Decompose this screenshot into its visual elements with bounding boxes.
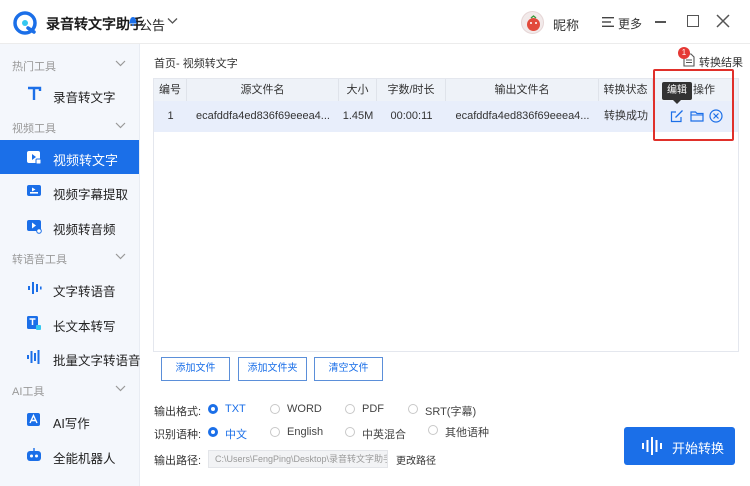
soundwave-icon bbox=[28, 282, 42, 294]
sidebar-item-robot[interactable]: 全能机器人 bbox=[0, 438, 139, 472]
cell-source: ecafddfa4ed836f69eeea4... bbox=[196, 110, 330, 122]
long-text-icon bbox=[27, 316, 41, 330]
sidebar-item-video-to-audio[interactable]: 视频转音频 bbox=[0, 209, 139, 243]
start-conversion-label: 开始转换 bbox=[672, 441, 725, 456]
start-conversion-button[interactable]: 开始转换 bbox=[624, 427, 735, 465]
add-file-button[interactable]: 添加文件 bbox=[161, 357, 230, 381]
notice-bell-icon bbox=[129, 17, 137, 26]
sidebar-section-speech: 转语音工具 bbox=[12, 254, 67, 266]
sidebar-item-label: 长文本转写 bbox=[53, 320, 116, 334]
notice-link[interactable]: 公告 bbox=[139, 15, 165, 34]
maximize-button[interactable] bbox=[687, 15, 699, 27]
chevron-down-icon[interactable] bbox=[115, 60, 126, 67]
clear-files-button[interactable]: 清空文件 bbox=[314, 357, 383, 381]
add-folder-button[interactable]: 添加文件夹 bbox=[238, 357, 307, 381]
subtitle-icon bbox=[27, 185, 41, 196]
sidebar-item-subtitle-extract[interactable]: 视频字幕提取 bbox=[0, 174, 139, 208]
output-path-label: 输出路径: bbox=[154, 455, 202, 467]
edit-tooltip: 编辑 bbox=[662, 82, 692, 100]
title-bar: 录音转文字助手 公告 昵称 更多 bbox=[0, 0, 750, 44]
output-format-label: 输出格式: bbox=[154, 406, 202, 418]
language-option-mixed[interactable]: 中英混合 bbox=[362, 426, 406, 442]
video-text-icon bbox=[27, 151, 42, 165]
radio-srt[interactable] bbox=[408, 404, 418, 414]
sidebar-item-label: 录音转文字 bbox=[53, 91, 116, 105]
chevron-down-icon[interactable] bbox=[115, 122, 126, 129]
cell-status: 转换成功 bbox=[604, 110, 648, 122]
sidebar-item-label: 视频字幕提取 bbox=[53, 188, 129, 202]
table-row[interactable]: 1 ecafddfa4ed836f69eeea4... 1.45M 00:00:… bbox=[154, 101, 738, 132]
language-option-english[interactable]: English bbox=[287, 426, 323, 438]
cell-duration: 00:00:11 bbox=[390, 110, 433, 122]
chevron-down-icon[interactable] bbox=[115, 385, 126, 392]
sidebar-section-video: 视频工具 bbox=[12, 123, 56, 135]
sidebar-item-label: 全能机器人 bbox=[53, 452, 116, 466]
sidebar-item-label: 视频转音频 bbox=[53, 223, 116, 237]
format-option-word[interactable]: WORD bbox=[287, 403, 322, 415]
radio-other[interactable] bbox=[428, 425, 438, 435]
actions-highlight-box bbox=[653, 69, 734, 141]
minimize-button[interactable] bbox=[655, 21, 666, 23]
file-table: 编号 源文件名 大小 字数/时长 输出文件名 转换状态 操作 1 ecafddf… bbox=[153, 78, 739, 352]
radio-txt[interactable] bbox=[208, 404, 218, 414]
table-header: 编号 源文件名 大小 字数/时长 输出文件名 转换状态 操作 bbox=[154, 79, 738, 101]
cell-index: 1 bbox=[167, 110, 174, 122]
more-menu[interactable]: 更多 bbox=[618, 15, 642, 32]
ai-writing-icon bbox=[27, 413, 40, 426]
radio-chinese[interactable] bbox=[208, 427, 218, 437]
sidebar-item-label: AI写作 bbox=[53, 417, 90, 431]
col-header-size: 大小 bbox=[339, 79, 377, 101]
nickname[interactable]: 昵称 bbox=[553, 15, 579, 34]
sidebar-item-text-to-speech[interactable]: 文字转语音 bbox=[0, 271, 139, 305]
sidebar-item-long-text[interactable]: 长文本转写 bbox=[0, 306, 139, 340]
text-t-icon bbox=[28, 86, 42, 100]
sidebar-item-batch-tts[interactable]: 批量文字转语音 bbox=[0, 340, 141, 374]
change-path-link[interactable]: 更改路径 bbox=[396, 452, 436, 467]
radio-mixed[interactable] bbox=[345, 427, 355, 437]
sidebar-item-label: 批量文字转语音 bbox=[53, 354, 141, 368]
tooltip-arrow bbox=[673, 100, 681, 104]
sidebar-item-video-to-text[interactable]: 视频转文字 bbox=[0, 140, 139, 174]
avatar-image-icon bbox=[527, 15, 540, 31]
cell-size: 1.45M bbox=[342, 110, 374, 122]
col-header-output: 输出文件名 bbox=[446, 79, 599, 101]
format-option-srt[interactable]: SRT(字幕) bbox=[425, 403, 476, 419]
breadcrumb: 首页- 视频转文字 bbox=[154, 58, 238, 70]
radio-english[interactable] bbox=[270, 427, 280, 437]
chevron-down-icon[interactable] bbox=[115, 253, 126, 260]
col-header-source: 源文件名 bbox=[187, 79, 339, 101]
conversion-result-button[interactable]: 转换结果 1 bbox=[678, 47, 748, 70]
language-option-other[interactable]: 其他语种 bbox=[445, 424, 489, 440]
col-header-status: 转换状态 bbox=[599, 79, 653, 101]
language-label: 识别语种: bbox=[154, 429, 202, 441]
format-option-pdf[interactable]: PDF bbox=[362, 403, 384, 415]
sidebar: 热门工具 录音转文字 视频工具 视频转文字 视频字幕提取 视频转音频 转语音工具… bbox=[0, 44, 141, 486]
close-window-icon[interactable] bbox=[715, 13, 731, 29]
result-count-badge: 1 bbox=[678, 47, 690, 59]
sidebar-item-ai-writing[interactable]: AI写作 bbox=[0, 403, 139, 437]
col-header-duration: 字数/时长 bbox=[377, 79, 446, 101]
sidebar-section-hot: 热门工具 bbox=[12, 61, 56, 73]
sidebar-section-ai: AI工具 bbox=[12, 386, 45, 398]
col-header-index: 编号 bbox=[154, 79, 187, 101]
avatar[interactable] bbox=[521, 11, 544, 34]
radio-word[interactable] bbox=[270, 404, 280, 414]
language-option-chinese[interactable]: 中文 bbox=[225, 426, 247, 442]
chevron-down-icon[interactable] bbox=[167, 17, 178, 25]
video-audio-icon bbox=[27, 220, 42, 234]
app-logo-icon bbox=[13, 11, 37, 35]
format-option-txt[interactable]: TXT bbox=[225, 403, 246, 415]
robot-icon bbox=[27, 448, 41, 461]
sidebar-item-label: 视频转文字 bbox=[53, 153, 119, 168]
menu-icon[interactable] bbox=[602, 17, 614, 27]
batch-soundwave-icon bbox=[27, 350, 40, 364]
conversion-result-label: 转换结果 bbox=[699, 57, 743, 69]
output-path-field[interactable]: C:\Users\FengPing\Desktop\录音转文字助手 bbox=[208, 450, 388, 468]
soundwave-icon bbox=[642, 437, 662, 455]
sidebar-item-label: 文字转语音 bbox=[53, 285, 116, 299]
radio-pdf[interactable] bbox=[345, 404, 355, 414]
sidebar-item-audio-to-text[interactable]: 录音转文字 bbox=[0, 77, 139, 111]
cell-output: ecafddfa4ed836f69eeea4... bbox=[455, 110, 590, 122]
